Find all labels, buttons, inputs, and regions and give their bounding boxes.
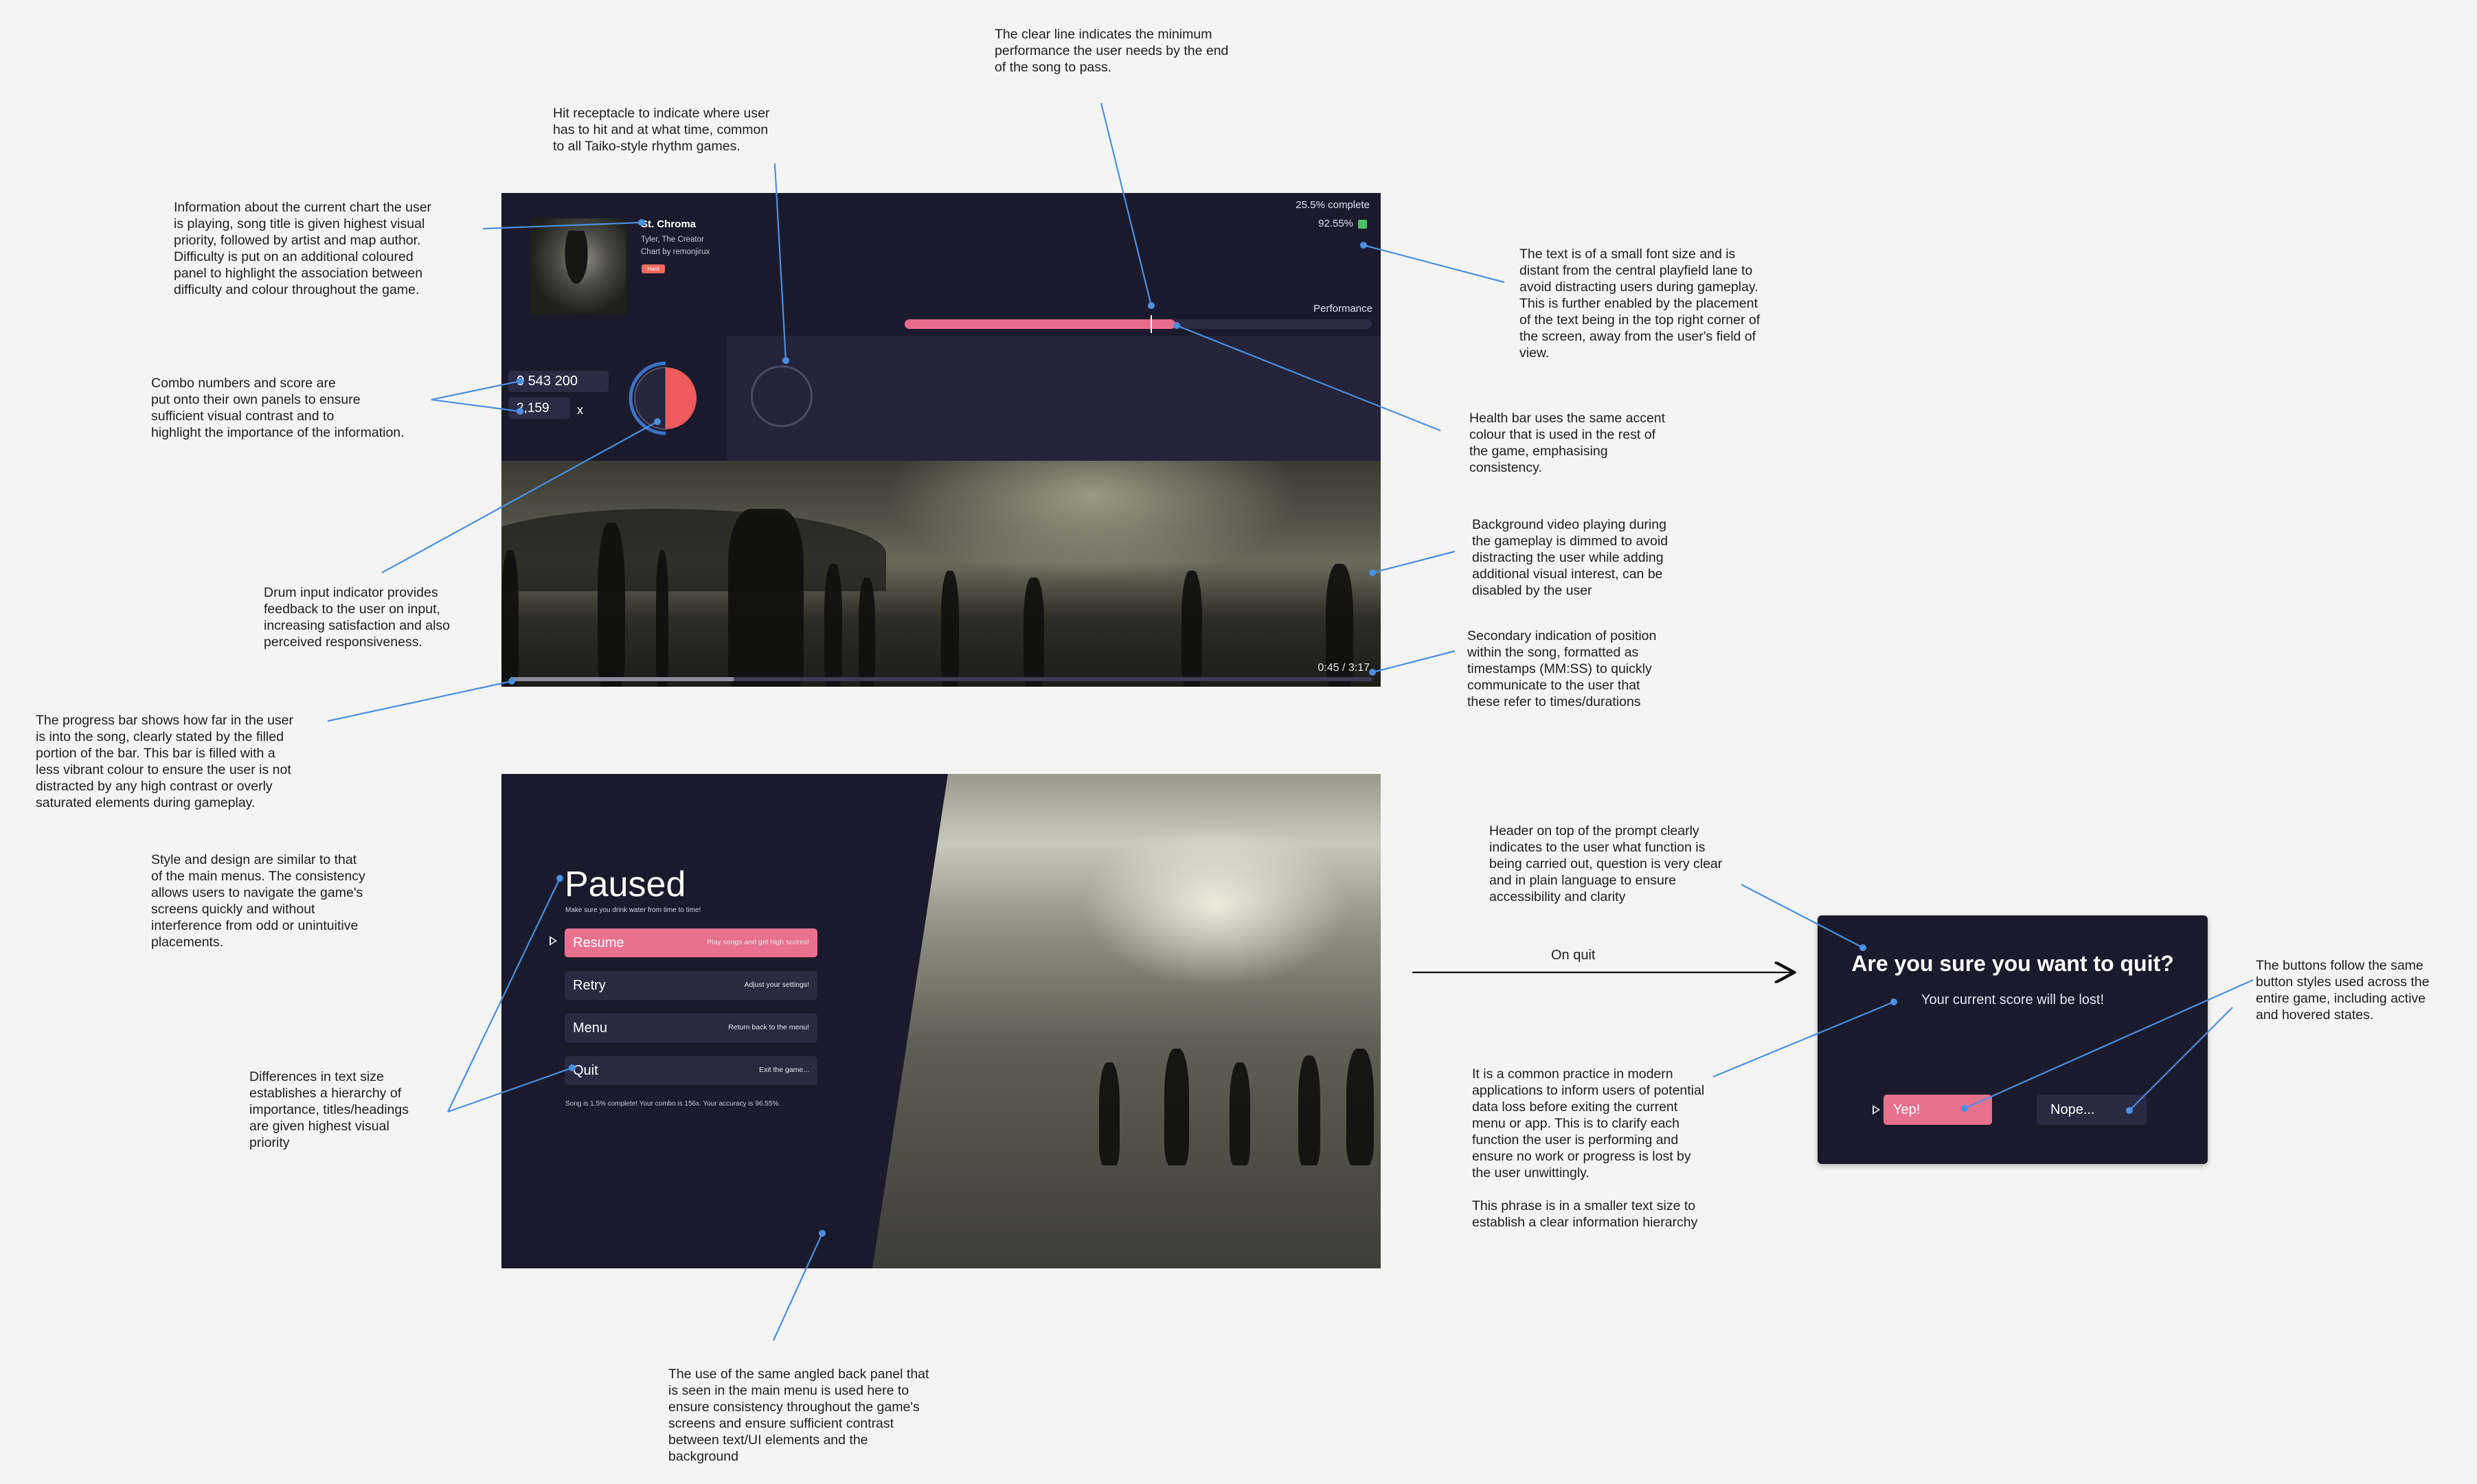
menu-button[interactable]: Menu Return back to the menu!	[565, 1014, 817, 1042]
resume-button[interactable]: Resume Play songs and get high scores!	[565, 928, 817, 957]
retry-hint: Adjust your settings!	[744, 981, 809, 989]
pause-tip: Make sure you drink water from time to t…	[565, 906, 701, 914]
pause-title: Paused	[565, 865, 686, 904]
annotation-style-design: Style and design are similar to that of …	[151, 852, 365, 950]
annotation-progress-bar: The progress bar shows how far in the us…	[36, 713, 294, 810]
annotation-hit-receptacle: Hit receptacle to indicate where user ha…	[553, 106, 770, 154]
annotation-background-video: Background video playing during the game…	[1472, 517, 1669, 598]
cancel-quit-button[interactable]: Nope...	[2037, 1095, 2147, 1125]
song-title: St. Chroma	[641, 218, 697, 230]
resume-hint: Play songs and get high scores!	[707, 938, 809, 946]
selection-cursor-icon	[1873, 1105, 1880, 1115]
annotation-chart-info: Information about the current chart the …	[174, 200, 432, 297]
background-video	[501, 461, 1381, 687]
quit-dialog-subtitle: Your current score will be lost!	[1921, 992, 2105, 1007]
pause-screen: Paused Make sure you drink water from ti…	[501, 774, 1381, 1268]
annotation-angled-panel: The use of the same angled back panel th…	[668, 1367, 929, 1464]
accuracy-text: 92.55%	[1318, 218, 1353, 229]
quit-dialog-title: Are you sure you want to quit?	[1851, 951, 2174, 976]
clear-threshold-line	[1151, 315, 1153, 333]
song-artist: Tyler, The Creator	[641, 236, 704, 244]
annotation-drum-indicator: Drum input indicator provides feedback t…	[264, 585, 450, 650]
annotation-button-styles: The buttons follow the same button style…	[2256, 958, 2430, 1023]
health-bar-fill	[905, 319, 1176, 329]
menu-label: Menu	[573, 1020, 608, 1036]
combo-panel: 2,159	[508, 398, 570, 419]
combo-suffix: x	[577, 403, 583, 417]
annotation-combo-score: Combo numbers and score are put onto the…	[151, 376, 405, 440]
annotation-data-loss: It is a common practice in modern applic…	[1472, 1066, 1705, 1230]
completion-text: 25.5% complete	[1296, 199, 1370, 211]
retry-button[interactable]: Retry Adjust your settings!	[565, 971, 817, 1000]
drum-right-face	[666, 367, 697, 429]
combo-value: 2,159	[517, 401, 550, 415]
retry-label: Retry	[573, 978, 606, 993]
annotation-clear-line: The clear line indicates the minimum per…	[995, 27, 1229, 75]
menu-hint: Return back to the menu!	[728, 1023, 809, 1031]
song-progress-fill	[510, 677, 734, 681]
annotation-health-bar: Health bar uses the same accent colour t…	[1469, 411, 1666, 475]
score-panel: 0 543 200	[508, 371, 609, 392]
album-cover-image	[530, 218, 626, 315]
pause-status-text: Song is 1.5% complete! Your combo is 156…	[565, 1100, 780, 1108]
chart-author: Chart by remonjirux	[641, 248, 710, 256]
difficulty-badge: Hard	[642, 264, 665, 273]
quit-label: Quit	[573, 1063, 598, 1078]
accuracy-grade-icon	[1358, 220, 1367, 229]
resume-label: Resume	[573, 935, 624, 950]
gameplay-screen: St. Chroma Tyler, The Creator Chart by r…	[501, 193, 1381, 687]
hit-receptacle	[751, 365, 813, 427]
annotation-text-size: Differences in text size establishes a h…	[249, 1069, 409, 1150]
quit-button[interactable]: Quit Exit the game...	[565, 1056, 817, 1085]
performance-label: Performance	[1313, 303, 1372, 315]
score-value: 0 543 200	[517, 374, 578, 389]
annotation-timestamp: Secondary indication of position within …	[1467, 628, 1657, 709]
drum-input-indicator	[629, 361, 697, 435]
quit-dialog: Are you sure you want to quit? Your curr…	[1818, 915, 2208, 1164]
song-timecode: 0:45 / 3:17	[1317, 662, 1370, 674]
annotation-small-text: The text is of a small font size and is …	[1519, 247, 1761, 361]
confirm-quit-button[interactable]: Yep!	[1884, 1095, 1992, 1125]
annotation-header-prompt: Header on top of the prompt clearly indi…	[1489, 823, 1723, 904]
transition-label: On quit	[1551, 948, 1596, 963]
quit-hint: Exit the game...	[759, 1066, 809, 1074]
selection-cursor-icon	[550, 936, 557, 946]
